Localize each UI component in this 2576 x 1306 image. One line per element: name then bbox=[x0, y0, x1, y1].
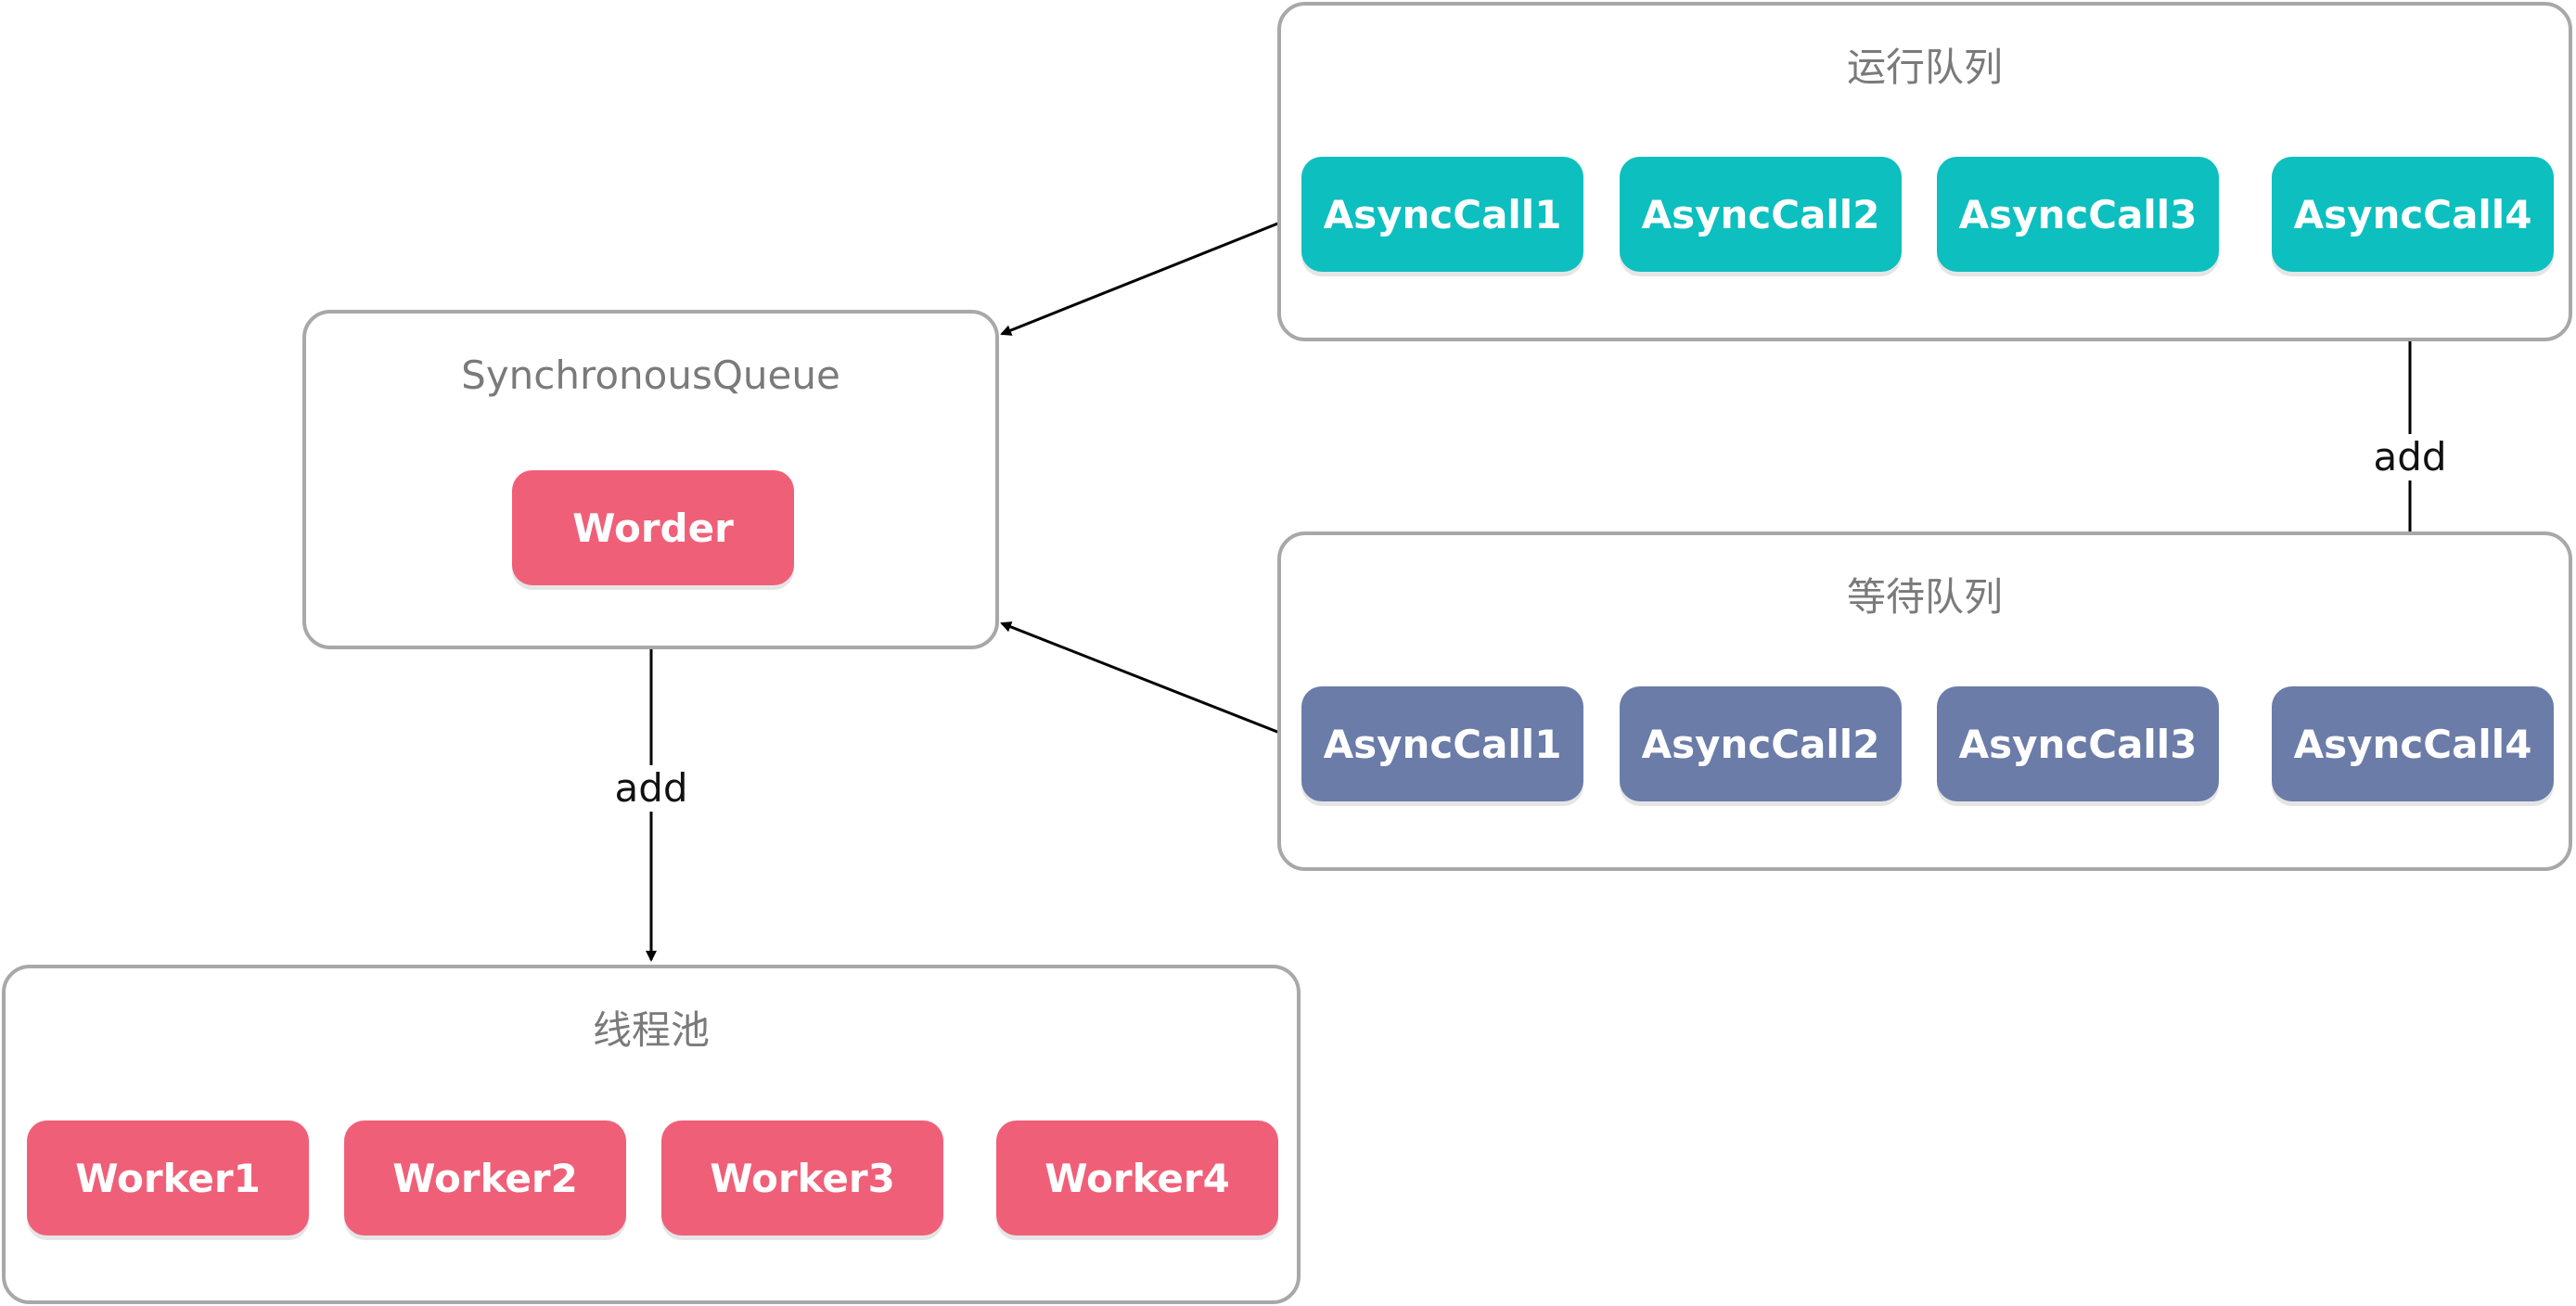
thread-pool-title: 线程池 bbox=[592, 1007, 710, 1053]
waiting-asynccall1: AsyncCall1 bbox=[1301, 686, 1583, 801]
synchronous-queue-group: SynchronousQueue Worder bbox=[302, 310, 999, 649]
running-queue-title: 运行队列 bbox=[1846, 45, 2003, 90]
waiting-queue-group: 等待队列 AsyncCall1 AsyncCall2 AsyncCall3 As… bbox=[1277, 531, 2572, 871]
worker3-node: Worker3 bbox=[661, 1120, 943, 1236]
running-asynccall2: AsyncCall2 bbox=[1620, 157, 1902, 272]
edge-waiting-to-syncqueue bbox=[1000, 621, 1304, 744]
synchronous-queue-title: SynchronousQueue bbox=[461, 352, 840, 398]
worder-node: Worder bbox=[512, 470, 794, 585]
edge-label-waiting-to-running: add bbox=[2336, 434, 2484, 480]
edge-label-queue-to-pool: add bbox=[577, 765, 725, 812]
running-queue-group: 运行队列 AsyncCall1 AsyncCall2 AsyncCall3 As… bbox=[1277, 2, 2572, 341]
edge-running-to-syncqueue bbox=[1000, 211, 1304, 336]
waiting-asynccall3: AsyncCall3 bbox=[1937, 686, 2219, 801]
worker2-node: Worker2 bbox=[344, 1120, 626, 1236]
running-asynccall1: AsyncCall1 bbox=[1301, 157, 1583, 272]
waiting-asynccall4: AsyncCall4 bbox=[2272, 686, 2554, 801]
running-asynccall4: AsyncCall4 bbox=[2272, 157, 2554, 272]
waiting-asynccall2: AsyncCall2 bbox=[1620, 686, 1902, 801]
worker1-node: Worker1 bbox=[27, 1120, 309, 1236]
thread-pool-group: 线程池 Worker1 Worker2 Worker3 Worker4 bbox=[2, 965, 1301, 1304]
worker4-node: Worker4 bbox=[996, 1120, 1278, 1236]
waiting-queue-title: 等待队列 bbox=[1846, 574, 2003, 620]
running-asynccall3: AsyncCall3 bbox=[1937, 157, 2219, 272]
